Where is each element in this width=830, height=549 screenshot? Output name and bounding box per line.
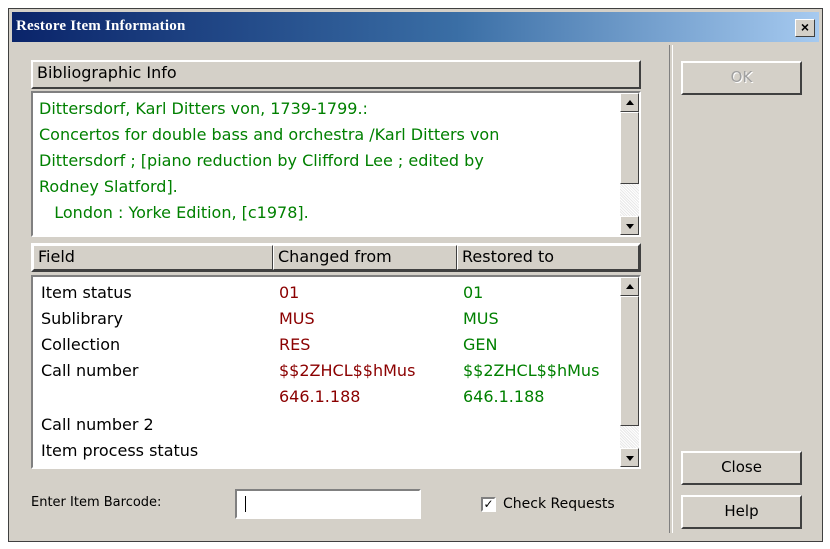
- table-header: Field Changed from Restored to: [31, 243, 641, 272]
- arrow-down-icon: [626, 224, 634, 229]
- table-scroll-up-button[interactable]: [620, 277, 639, 296]
- table-scroll-thumb[interactable]: [620, 296, 639, 426]
- title-bar[interactable]: Restore Item Information ×: [12, 12, 819, 42]
- cell-field: Sublibrary: [41, 309, 123, 328]
- biblio-scrollbar[interactable]: [620, 93, 639, 235]
- cell-restored-to: GEN: [463, 335, 498, 354]
- arrow-down-icon: [626, 456, 634, 461]
- arrow-up-icon: [626, 284, 634, 289]
- restore-item-dialog: Restore Item Information × Bibliographic…: [8, 8, 823, 542]
- vertical-divider: [669, 45, 673, 533]
- column-header-restored-to[interactable]: Restored to: [457, 245, 639, 270]
- text-caret: [245, 496, 246, 512]
- help-button[interactable]: Help: [681, 495, 802, 529]
- cell-changed-from: 646.1.188: [279, 387, 361, 406]
- biblio-line-3: Dittersdorf ; [piano reduction by Cliffo…: [39, 151, 484, 170]
- cell-changed-from: RES: [279, 335, 311, 354]
- biblio-scroll-thumb[interactable]: [620, 112, 639, 184]
- biblio-scroll-up-button[interactable]: [620, 93, 639, 112]
- close-window-button[interactable]: ×: [795, 19, 815, 37]
- cell-field: Collection: [41, 335, 121, 354]
- column-header-field[interactable]: Field: [33, 245, 273, 270]
- check-requests-checkbox[interactable]: ✓: [481, 497, 496, 512]
- barcode-input[interactable]: [235, 489, 421, 519]
- biblio-scroll-down-button[interactable]: [620, 216, 639, 235]
- cell-field: Item status: [41, 283, 132, 302]
- table-scrollbar[interactable]: [620, 277, 639, 467]
- cell-restored-to: 646.1.188: [463, 387, 545, 406]
- cell-changed-from: MUS: [279, 309, 315, 328]
- arrow-up-icon: [626, 100, 634, 105]
- table-row[interactable]: Call number $$2ZHCL$$hMus $$2ZHCL$$hMus: [33, 361, 619, 387]
- cell-restored-to: 01: [463, 283, 484, 302]
- check-requests-label[interactable]: Check Requests: [503, 496, 615, 512]
- window-title: Restore Item Information: [16, 18, 186, 34]
- biblio-line-4: Rodney Slatford].: [39, 177, 178, 196]
- column-header-changed-from[interactable]: Changed from: [273, 245, 457, 270]
- table-row[interactable]: Collection RES GEN: [33, 335, 619, 361]
- cell-changed-from: 01: [279, 283, 300, 302]
- barcode-label: Enter Item Barcode:: [31, 495, 162, 510]
- table-row[interactable]: Call number 2: [33, 415, 619, 441]
- table-row[interactable]: 646.1.188 646.1.188: [33, 387, 619, 413]
- biblio-line-2: Concertos for double bass and orchestra …: [39, 125, 500, 144]
- cell-field: Call number: [41, 361, 139, 380]
- biblio-line-5: London : Yorke Edition, [c1978].: [39, 203, 309, 222]
- cell-restored-to: MUS: [463, 309, 499, 328]
- table-row[interactable]: Item status 01 01: [33, 283, 619, 309]
- table-row[interactable]: Sublibrary MUS MUS: [33, 309, 619, 335]
- table-scroll-down-button[interactable]: [620, 448, 639, 467]
- table-row[interactable]: Item process status: [33, 441, 619, 467]
- close-button[interactable]: Close: [681, 451, 802, 485]
- cell-field: Item process status: [41, 441, 199, 460]
- biblio-header-label: Bibliographic Info: [37, 63, 177, 82]
- biblio-header: Bibliographic Info: [31, 60, 641, 89]
- cell-changed-from: $$2ZHCL$$hMus: [279, 361, 416, 380]
- changes-table[interactable]: Item status 01 01 Sublibrary MUS MUS Col…: [31, 275, 641, 469]
- cell-field: Call number 2: [41, 415, 154, 434]
- biblio-panel[interactable]: Dittersdorf, Karl Ditters von, 1739-1799…: [31, 91, 641, 237]
- ok-button[interactable]: OK: [681, 61, 802, 95]
- cell-restored-to: $$2ZHCL$$hMus: [463, 361, 600, 380]
- biblio-line-1: Dittersdorf, Karl Ditters von, 1739-1799…: [39, 99, 368, 118]
